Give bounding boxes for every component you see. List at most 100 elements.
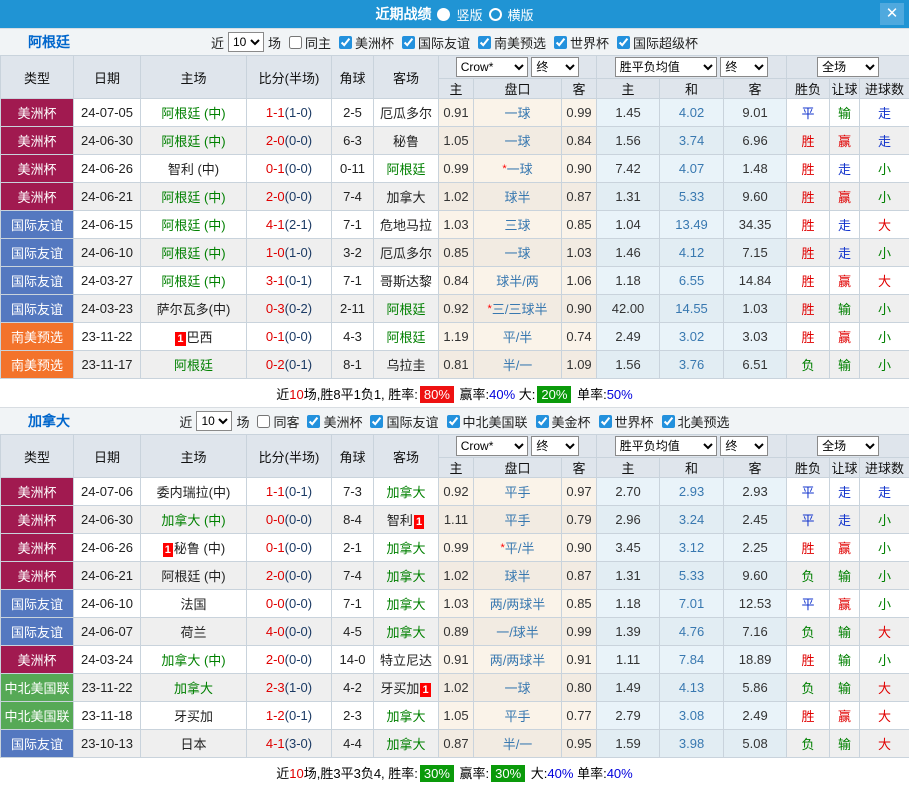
goals-result-cell: 走 — [860, 127, 909, 155]
handicap-result-cell: 赢 — [830, 534, 860, 562]
avg-draw-cell: 5.33 — [660, 562, 724, 590]
competition-label[interactable]: 国际友谊 — [386, 412, 438, 431]
competition-checkbox[interactable] — [402, 36, 415, 49]
corner-cell: 2-5 — [332, 99, 374, 127]
competition-label[interactable]: 中北美国联 — [463, 412, 528, 431]
away-team-cell: 厄瓜多尔 — [374, 239, 439, 267]
summary-line: 近10场,胜3平3负4, 胜率:30% 赢率:30% 大:40% 单率:40% — [0, 758, 909, 786]
competition-checkbox[interactable] — [339, 36, 352, 49]
match-type-cell: 美洲杯 — [1, 562, 74, 590]
handicap-cell: 平手 — [474, 506, 562, 534]
competition-label[interactable]: 美洲杯 — [355, 33, 394, 52]
avg-home-cell: 42.00 — [597, 295, 660, 323]
competition-label[interactable]: 南美预选 — [494, 33, 546, 52]
avg-away-cell: 2.25 — [724, 534, 787, 562]
team-name: 牙买加 — [174, 709, 213, 724]
fulltime-score: 0-3 — [266, 301, 285, 316]
score-cell: 4-1(2-1) — [247, 211, 332, 239]
avg-draw-cell: 4.07 — [660, 155, 724, 183]
match-type-cell: 美洲杯 — [1, 155, 74, 183]
avg-away-cell: 9.60 — [724, 183, 787, 211]
recent-count-select[interactable]: 10 — [196, 411, 232, 431]
match-date-cell: 24-06-30 — [74, 506, 141, 534]
fulltime-score: 0-0 — [266, 596, 285, 611]
same-venue-checkbox[interactable] — [289, 36, 302, 49]
avg-draw-cell: 7.84 — [660, 646, 724, 674]
match-type-cell: 美洲杯 — [1, 99, 74, 127]
handicap-result-cell: 赢 — [830, 267, 860, 295]
competition-checkbox[interactable] — [662, 415, 675, 428]
close-icon[interactable]: ✕ — [880, 3, 904, 25]
goals-result-cell: 小 — [860, 562, 909, 590]
competition-checkbox[interactable] — [617, 36, 630, 49]
home-team-cell: 阿根廷 (中) — [141, 267, 247, 295]
competition-label[interactable]: 世界杯 — [615, 412, 654, 431]
odds-provider-select[interactable]: Crow* — [456, 57, 528, 77]
same-venue-label[interactable]: 同主 — [305, 33, 331, 52]
team-name: 委内瑞拉(中) — [157, 485, 231, 500]
avg-final-select[interactable]: 终 — [720, 436, 768, 456]
competition-label[interactable]: 世界杯 — [570, 33, 609, 52]
avg-home-cell: 1.18 — [597, 590, 660, 618]
odds-final-select[interactable]: 终 — [531, 436, 579, 456]
corner-cell: 7-1 — [332, 267, 374, 295]
handicap-value: 半/一 — [503, 737, 533, 752]
competition-checkbox[interactable] — [370, 415, 383, 428]
radio-horizontal-layout-icon[interactable] — [489, 8, 502, 21]
radio-horizontal-label[interactable]: 横版 — [508, 5, 534, 24]
handicap-cell: 一球 — [474, 674, 562, 702]
avg-final-select[interactable]: 终 — [720, 57, 768, 77]
competition-label[interactable]: 国际超级杯 — [633, 33, 698, 52]
away-odds-cell: 0.90 — [562, 155, 597, 183]
same-venue-checkbox[interactable] — [257, 415, 270, 428]
radio-vertical-layout-icon[interactable] — [437, 8, 450, 21]
competition-checkbox[interactable] — [554, 36, 567, 49]
summary-part: 单率: — [573, 387, 606, 402]
away-odds-cell: 0.97 — [562, 478, 597, 506]
competition-checkbox[interactable] — [307, 415, 320, 428]
same-venue-label[interactable]: 同客 — [273, 412, 299, 431]
home-odds-cell: 0.99 — [439, 155, 474, 183]
halftime-score: (0-1) — [285, 708, 312, 723]
avg-home-cell: 3.45 — [597, 534, 660, 562]
competition-checkbox[interactable] — [447, 415, 460, 428]
avg-away-cell: 7.15 — [724, 239, 787, 267]
halftime-score: (0-2) — [285, 301, 312, 316]
fulltime-score: 2-0 — [266, 652, 285, 667]
away-team-cell: 加拿大 — [374, 534, 439, 562]
corner-cell: 4-3 — [332, 323, 374, 351]
handicap-value: 球半/两 — [496, 274, 539, 289]
home-team-cell: 阿根廷 — [141, 351, 247, 379]
period-select[interactable]: 全场 — [817, 436, 879, 456]
goals-result-cell: 小 — [860, 534, 909, 562]
competition-checkbox[interactable] — [599, 415, 612, 428]
odds-final-select[interactable]: 终 — [531, 57, 579, 77]
filter-controls: 近10场同主美洲杯国际友谊南美预选世界杯国际超级杯 — [209, 32, 700, 52]
avg-odds-select[interactable]: 胜平负均值 — [615, 436, 717, 456]
competition-label[interactable]: 国际友谊 — [418, 33, 470, 52]
match-type-cell: 国际友谊 — [1, 267, 74, 295]
rank-badge: 1 — [175, 332, 185, 346]
competition-label[interactable]: 美金杯 — [552, 412, 591, 431]
score-cell: 2-0(0-0) — [247, 562, 332, 590]
avg-odds-select[interactable]: 胜平负均值 — [615, 57, 717, 77]
handicap-cell: 球半/两 — [474, 267, 562, 295]
competition-label[interactable]: 美洲杯 — [323, 412, 362, 431]
halftime-score: (0-0) — [285, 512, 312, 527]
radio-vertical-label[interactable]: 竖版 — [456, 5, 482, 24]
away-odds-cell: 0.79 — [562, 506, 597, 534]
competition-checkbox[interactable] — [478, 36, 491, 49]
col-corner: 角球 — [332, 435, 374, 478]
fulltime-score: 0-2 — [266, 357, 285, 372]
odds-provider-select[interactable]: Crow* — [456, 436, 528, 456]
competition-checkbox[interactable] — [536, 415, 549, 428]
handicap-value: 一球 — [507, 162, 533, 177]
period-select[interactable]: 全场 — [817, 57, 879, 77]
corner-cell: 4-2 — [332, 674, 374, 702]
recent-count-select[interactable]: 10 — [228, 32, 264, 52]
competition-label[interactable]: 北美预选 — [678, 412, 730, 431]
home-team-cell: 荷兰 — [141, 618, 247, 646]
goals-result-cell: 大 — [860, 674, 909, 702]
team-name: 秘鲁 (中) — [174, 541, 225, 556]
match-date-cell: 24-06-15 — [74, 211, 141, 239]
